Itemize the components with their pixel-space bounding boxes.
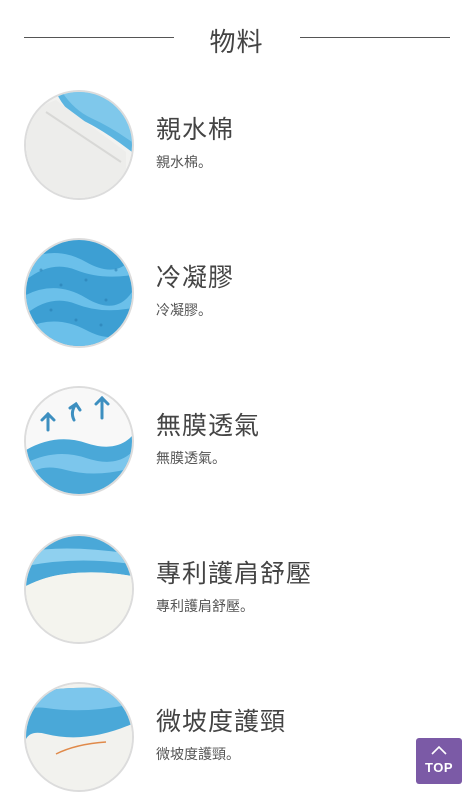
feature-item-shoulder: 專利護肩舒壓 專利護肩舒壓。 bbox=[0, 534, 473, 654]
shoulder-relief-icon bbox=[24, 534, 134, 644]
section-header: 物料 bbox=[0, 0, 473, 80]
feature-title: 親水棉 bbox=[156, 115, 235, 144]
breathable-film-icon bbox=[24, 386, 134, 496]
feature-title: 微坡度護頸 bbox=[156, 707, 287, 736]
cotton-layer-icon bbox=[24, 90, 134, 200]
feature-item-neck: 微坡度護頸 微坡度護頸。 bbox=[0, 682, 473, 802]
section-title: 物料 bbox=[209, 28, 264, 58]
chevron-up-icon bbox=[431, 745, 447, 755]
cooling-gel-icon bbox=[24, 238, 134, 348]
back-to-top-label: TOP bbox=[425, 760, 453, 775]
feature-description: 無膜透氣。 bbox=[156, 451, 226, 467]
back-to-top-button[interactable]: TOP bbox=[416, 738, 462, 784]
neck-support-icon bbox=[24, 682, 134, 792]
feature-description: 冷凝膠。 bbox=[156, 303, 212, 319]
feature-item-gel: 冷凝膠 冷凝膠。 bbox=[0, 238, 473, 358]
feature-title: 無膜透氣 bbox=[156, 411, 261, 440]
feature-description: 親水棉。 bbox=[156, 155, 212, 171]
feature-title: 冷凝膠 bbox=[156, 263, 235, 292]
feature-item-breathable: 無膜透氣 無膜透氣。 bbox=[0, 386, 473, 506]
feature-item-cotton: 親水棉 親水棉。 bbox=[0, 90, 473, 210]
feature-title: 專利護肩舒壓 bbox=[156, 559, 313, 588]
feature-description: 專利護肩舒壓。 bbox=[156, 599, 254, 615]
feature-description: 微坡度護頸。 bbox=[156, 747, 240, 763]
header-divider-right bbox=[300, 37, 450, 38]
